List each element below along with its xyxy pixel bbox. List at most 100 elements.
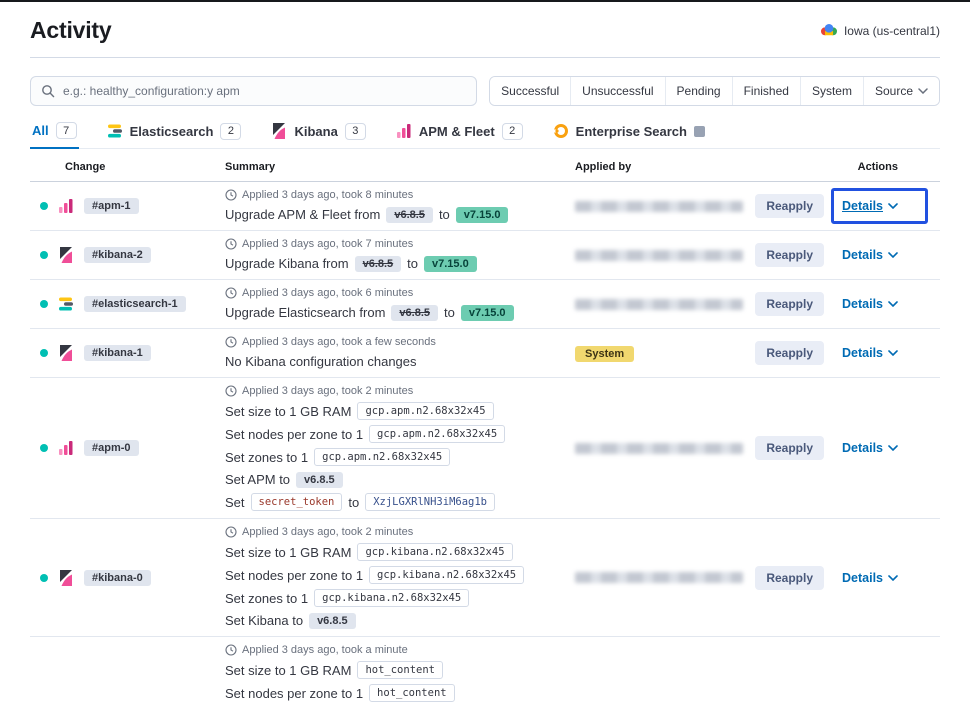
details-button[interactable]: Details	[842, 199, 898, 213]
page-header: Activity Iowa (us-central1)	[30, 2, 940, 58]
summary-text: to	[407, 255, 418, 272]
details-button[interactable]: Details	[842, 441, 898, 455]
reapply-button[interactable]: Reapply	[755, 194, 824, 218]
filter-unsuccessful[interactable]: Unsuccessful	[570, 77, 664, 105]
clock-icon	[225, 644, 237, 656]
summary-text: Upgrade Elasticsearch from	[225, 304, 385, 321]
summary-line: Set Kibana to v6.8.5	[225, 612, 575, 629]
applied-time-text: Applied 3 days ago, took 2 minutes	[242, 526, 413, 538]
config-code-badge: hot_content	[369, 684, 455, 702]
tab-all[interactable]: All 7	[30, 116, 79, 149]
applied-by-cell	[575, 572, 770, 583]
header-change: Change	[30, 161, 225, 173]
kibana-icon	[58, 247, 74, 263]
summary-line: Set nodes per zone to 1 hot_content	[225, 684, 575, 702]
summary-cell: Applied 3 days ago, took 6 minutes Upgra…	[225, 287, 575, 321]
filter-source-label: Source	[875, 84, 913, 98]
table-row: #kibana-2 Applied 3 days ago, took 7 min…	[30, 231, 940, 280]
status-dot	[40, 349, 48, 357]
details-button[interactable]: Details	[842, 571, 898, 585]
table-row: #elasticsearch-1 Applied 3 days ago, too…	[30, 280, 940, 329]
change-cell: #kibana-0	[30, 570, 225, 586]
status-dot	[40, 300, 48, 308]
details-button[interactable]: Details	[842, 346, 898, 360]
chevron-down-icon	[918, 88, 928, 94]
filter-pending[interactable]: Pending	[665, 77, 732, 105]
status-dot	[40, 251, 48, 259]
summary-cell: Applied 3 days ago, took a minute Set si…	[225, 644, 575, 702]
clock-icon	[225, 336, 237, 348]
apm-icon	[396, 123, 412, 139]
applied-by-cell	[575, 250, 770, 261]
search-and-filters: Successful Unsuccessful Pending Finished…	[30, 76, 940, 106]
filter-finished[interactable]: Finished	[732, 77, 800, 105]
system-badge: System	[575, 346, 634, 362]
reapply-button[interactable]: Reapply	[755, 436, 824, 460]
summary-cell: Applied 3 days ago, took 2 minutes Set s…	[225, 385, 575, 511]
elasticsearch-icon	[107, 123, 123, 139]
config-code-badge: gcp.apm.n2.68x32x45	[314, 448, 450, 466]
version-to-badge: v7.15.0	[424, 256, 477, 272]
filter-source-dropdown[interactable]: Source	[863, 77, 939, 105]
tab-all-count: 7	[56, 122, 77, 139]
reapply-button[interactable]: Reapply	[755, 341, 824, 365]
details-button[interactable]: Details	[842, 248, 898, 262]
summary-text: Set	[225, 494, 245, 511]
details-label: Details	[842, 248, 883, 262]
summary-text: to	[444, 304, 455, 321]
reapply-button[interactable]: Reapply	[755, 292, 824, 316]
change-id-badge: #kibana-0	[84, 570, 151, 586]
table-row: #kibana-0 Applied 3 days ago, took 2 min…	[30, 519, 940, 637]
summary-line: Set nodes per zone to 1 gcp.apm.n2.68x32…	[225, 425, 575, 443]
tab-apm-fleet[interactable]: APM & Fleet 2	[394, 117, 525, 148]
status-dot	[40, 574, 48, 582]
details-button[interactable]: Details	[842, 297, 898, 311]
reapply-button[interactable]: Reapply	[755, 566, 824, 590]
filter-system[interactable]: System	[800, 77, 863, 105]
table-header: Change Summary Applied by Actions	[30, 149, 940, 182]
tab-kibana[interactable]: Kibana 3	[269, 117, 367, 148]
header-applied-by: Applied by	[575, 161, 770, 173]
tab-elasticsearch-count: 2	[220, 123, 241, 140]
tab-kibana-count: 3	[345, 123, 366, 140]
config-value-badge: XzjLGXRlNH3iM6ag1b	[365, 493, 495, 511]
applied-time: Applied 3 days ago, took 6 minutes	[225, 287, 575, 299]
activity-page: Activity Iowa (us-central1)	[0, 2, 970, 709]
summary-line: Set zones to 1 gcp.apm.n2.68x32x45	[225, 448, 575, 466]
tab-elasticsearch[interactable]: Elasticsearch 2	[105, 117, 244, 148]
version-to-badge: v7.15.0	[456, 207, 509, 223]
table-row: #apm-0 Applied 3 days ago, took 2 minute…	[30, 378, 940, 519]
reapply-button[interactable]: Reapply	[755, 243, 824, 267]
change-id-badge: #apm-0	[84, 440, 139, 456]
summary-text: to	[439, 206, 450, 223]
summary-line: Set secret_token to XzjLGXRlNH3iM6ag1b	[225, 493, 575, 511]
status-filter-group: Successful Unsuccessful Pending Finished…	[489, 76, 940, 106]
actions-cell: Reapply Details	[755, 194, 898, 218]
change-cell: #kibana-2	[30, 247, 225, 263]
search-box[interactable]	[30, 76, 477, 106]
applied-time-text: Applied 3 days ago, took a few seconds	[242, 336, 436, 348]
summary-line: Set nodes per zone to 1 gcp.kibana.n2.68…	[225, 566, 575, 584]
summary-line: Set size to 1 GB RAM gcp.apm.n2.68x32x45	[225, 402, 575, 420]
search-input[interactable]	[63, 84, 466, 98]
actions-cell: Reapply Details	[755, 292, 898, 316]
status-dot	[40, 444, 48, 452]
version-badge: v6.8.5	[296, 472, 343, 488]
summary-text: Set zones to 1	[225, 590, 308, 607]
applied-time-text: Applied 3 days ago, took a minute	[242, 644, 408, 656]
summary-cell: Applied 3 days ago, took 2 minutes Set s…	[225, 526, 575, 629]
applied-time: Applied 3 days ago, took 2 minutes	[225, 526, 575, 538]
chevron-down-icon	[888, 252, 898, 258]
details-label: Details	[842, 199, 883, 213]
summary-line: Set size to 1 GB RAM gcp.kibana.n2.68x32…	[225, 543, 575, 561]
clock-icon	[225, 526, 237, 538]
summary-text: Upgrade Kibana from	[225, 255, 349, 272]
change-id-badge: #apm-1	[84, 198, 139, 214]
tab-enterprise-search[interactable]: Enterprise Search	[551, 117, 707, 147]
enterprise-search-icon	[553, 123, 569, 139]
filter-successful[interactable]: Successful	[490, 77, 570, 105]
applied-by-cell	[575, 201, 770, 212]
redacted-user	[575, 201, 743, 212]
chevron-down-icon	[888, 445, 898, 451]
version-from-badge: v6.8.5	[355, 256, 402, 272]
